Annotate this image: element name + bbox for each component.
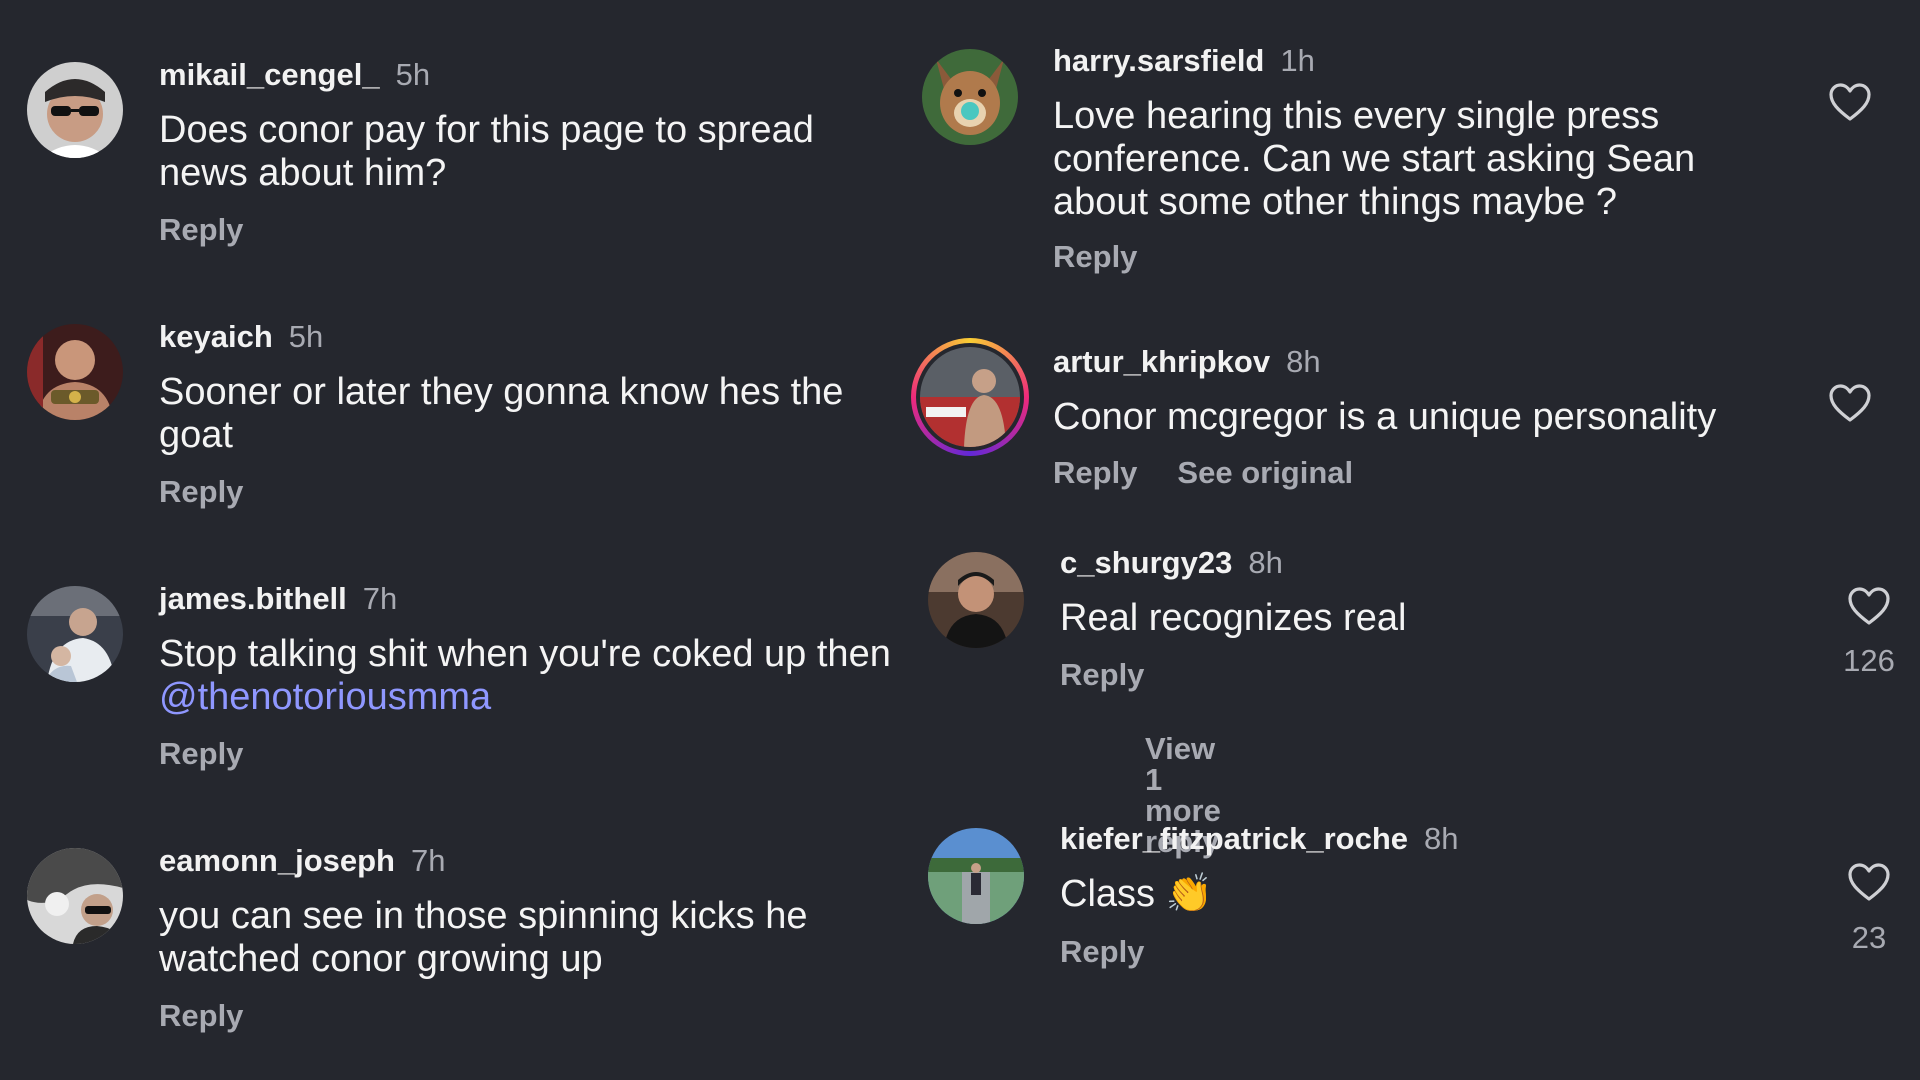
avatar[interactable]	[27, 848, 123, 944]
reply-button[interactable]: Reply	[1060, 659, 1144, 690]
username[interactable]: james.bithell	[159, 581, 347, 616]
timestamp: 1h	[1280, 43, 1315, 78]
reply-button[interactable]: Reply	[159, 214, 243, 245]
avatar[interactable]	[920, 347, 1020, 447]
see-original-button[interactable]: See original	[1177, 457, 1353, 488]
username[interactable]: artur_khripkov	[1053, 344, 1270, 379]
timestamp: 7h	[362, 581, 398, 616]
heart-outline-icon	[1848, 863, 1890, 901]
avatar[interactable]	[27, 586, 123, 682]
avatar[interactable]	[27, 324, 123, 420]
comment-text: Sooner or later they gonna know hes the …	[159, 371, 844, 456]
heart-outline-icon	[1848, 587, 1890, 625]
username[interactable]: keyaich	[159, 319, 273, 354]
timestamp: 8h	[1424, 821, 1459, 856]
avatar[interactable]	[928, 828, 1024, 924]
comment-text: Class 👏	[1060, 873, 1213, 915]
username[interactable]: harry.sarsfield	[1053, 43, 1264, 78]
avatar[interactable]	[27, 62, 123, 158]
reply-button[interactable]: Reply	[159, 738, 243, 769]
reply-button[interactable]: Reply	[1060, 936, 1144, 967]
comment-text: Love hearing this every single press con…	[1053, 95, 1696, 223]
username[interactable]: mikail_cengel_	[159, 57, 380, 92]
reply-button[interactable]: Reply	[1053, 241, 1137, 272]
like-button[interactable]	[1847, 862, 1891, 902]
comment-text: Stop talking shit when you're coked up t…	[159, 633, 899, 719]
comment-text: Conor mcgregor is a unique personality	[1053, 396, 1717, 438]
username[interactable]: eamonn_joseph	[159, 843, 395, 878]
timestamp: 7h	[411, 843, 446, 878]
username[interactable]: kiefer_fitzpatrick_roche	[1060, 821, 1408, 856]
comment-text-body: Stop talking shit when you're coked up t…	[159, 633, 891, 675]
username[interactable]: c_shurgy23	[1060, 545, 1232, 580]
reply-button[interactable]: Reply	[1053, 457, 1137, 488]
timestamp: 5h	[395, 57, 431, 92]
like-button[interactable]	[1847, 586, 1891, 626]
like-button[interactable]	[1828, 383, 1872, 423]
comment-text: Does conor pay for this page to spread n…	[159, 109, 814, 194]
like-count: 126	[1843, 643, 1895, 678]
heart-outline-icon	[1829, 83, 1871, 121]
comment-text: you can see in those spinning kicks he w…	[159, 895, 808, 980]
heart-outline-icon	[1829, 384, 1871, 422]
like-button[interactable]	[1828, 82, 1872, 122]
mention-link[interactable]: @thenotoriousmma	[159, 676, 491, 718]
timestamp: 8h	[1286, 344, 1321, 379]
like-count: 23	[1851, 920, 1887, 955]
avatar[interactable]	[922, 49, 1018, 145]
reply-button[interactable]: Reply	[159, 476, 243, 507]
avatar[interactable]	[928, 552, 1024, 648]
reply-button[interactable]: Reply	[159, 1000, 243, 1031]
story-ring[interactable]	[911, 338, 1029, 456]
timestamp: 8h	[1248, 545, 1283, 580]
comment-text: Real recognizes real	[1060, 597, 1407, 639]
timestamp: 5h	[288, 319, 324, 354]
